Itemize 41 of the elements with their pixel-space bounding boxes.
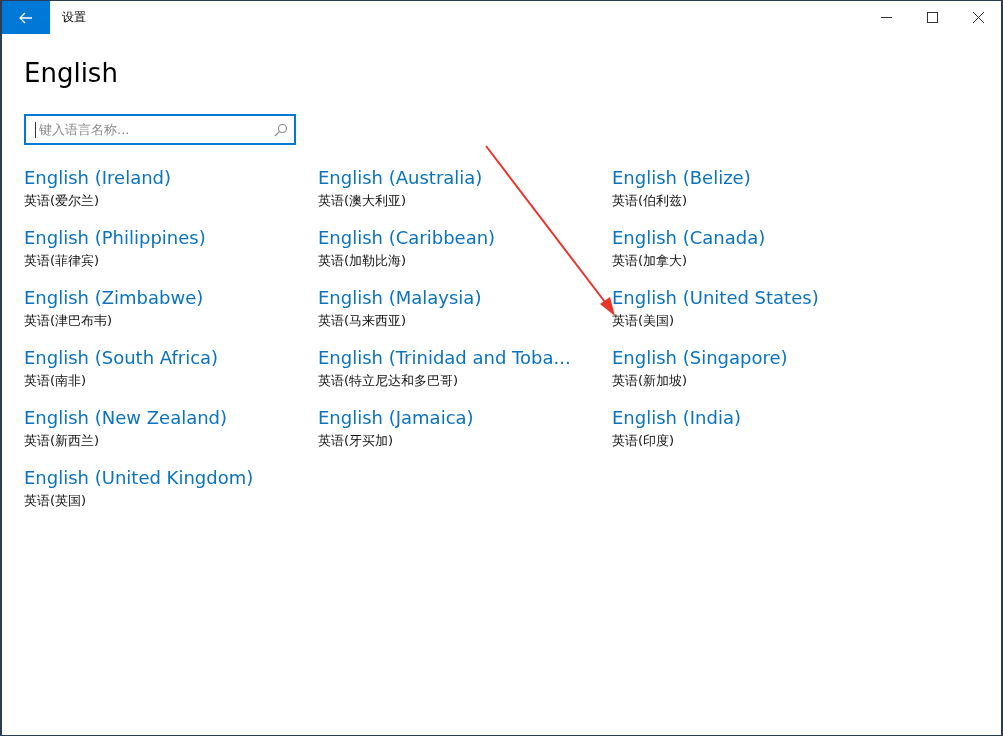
language-native-name: 英语(伯利兹) — [612, 192, 688, 210]
language-link[interactable]: English (India) — [612, 405, 741, 431]
language-native-name: 英语(印度) — [612, 432, 675, 450]
page-heading: English — [24, 57, 119, 90]
language-native-name: 英语(南非) — [24, 372, 87, 390]
window-title: 设置 — [62, 9, 87, 26]
back-button[interactable] — [2, 1, 50, 34]
language-native-name: 英语(新西兰) — [24, 432, 100, 450]
search-icon — [274, 123, 288, 137]
language-link[interactable]: English (Singapore) — [612, 345, 788, 371]
language-link[interactable]: English (Caribbean) — [318, 225, 496, 251]
text-cursor — [35, 122, 36, 138]
language-link[interactable]: English (Australia) — [318, 165, 483, 191]
language-native-name: 英语(美国) — [612, 312, 675, 330]
language-native-name: 英语(特立尼达和多巴哥) — [318, 372, 459, 390]
language-link[interactable]: English (Trinidad and Toba... — [318, 345, 571, 371]
language-native-name: 英语(爱尔兰) — [24, 192, 100, 210]
search-field[interactable]: 键入语言名称... — [24, 114, 296, 145]
language-native-name: 英语(津巴布韦) — [24, 312, 113, 330]
language-link[interactable]: English (Jamaica) — [318, 405, 474, 431]
language-native-name: 英语(英国) — [24, 492, 87, 510]
language-link[interactable]: English (Ireland) — [24, 165, 171, 191]
language-link[interactable]: English (United Kingdom) — [24, 465, 254, 491]
language-native-name: 英语(菲律宾) — [24, 252, 100, 270]
language-native-name: 英语(马来西亚) — [318, 312, 407, 330]
language-link[interactable]: English (Zimbabwe) — [24, 285, 204, 311]
language-link[interactable]: English (Malaysia) — [318, 285, 482, 311]
language-link[interactable]: English (Philippines) — [24, 225, 206, 251]
back-arrow-icon — [19, 11, 33, 24]
language-native-name: 英语(澳大利亚) — [318, 192, 407, 210]
close-icon — [972, 12, 984, 23]
language-native-name: 英语(牙买加) — [318, 432, 394, 450]
language-link[interactable]: English (South Africa) — [24, 345, 219, 371]
language-link[interactable]: English (New Zealand) — [24, 405, 228, 431]
language-link[interactable]: English (Canada) — [612, 225, 766, 251]
language-native-name: 英语(加拿大) — [612, 252, 688, 270]
language-native-name: 英语(新加坡) — [612, 372, 688, 390]
language-native-name: 英语(加勒比海) — [318, 252, 407, 270]
maximize-icon — [926, 12, 938, 23]
language-link[interactable]: English (Belize) — [612, 165, 751, 191]
language-link[interactable]: English (United States) — [612, 285, 819, 311]
